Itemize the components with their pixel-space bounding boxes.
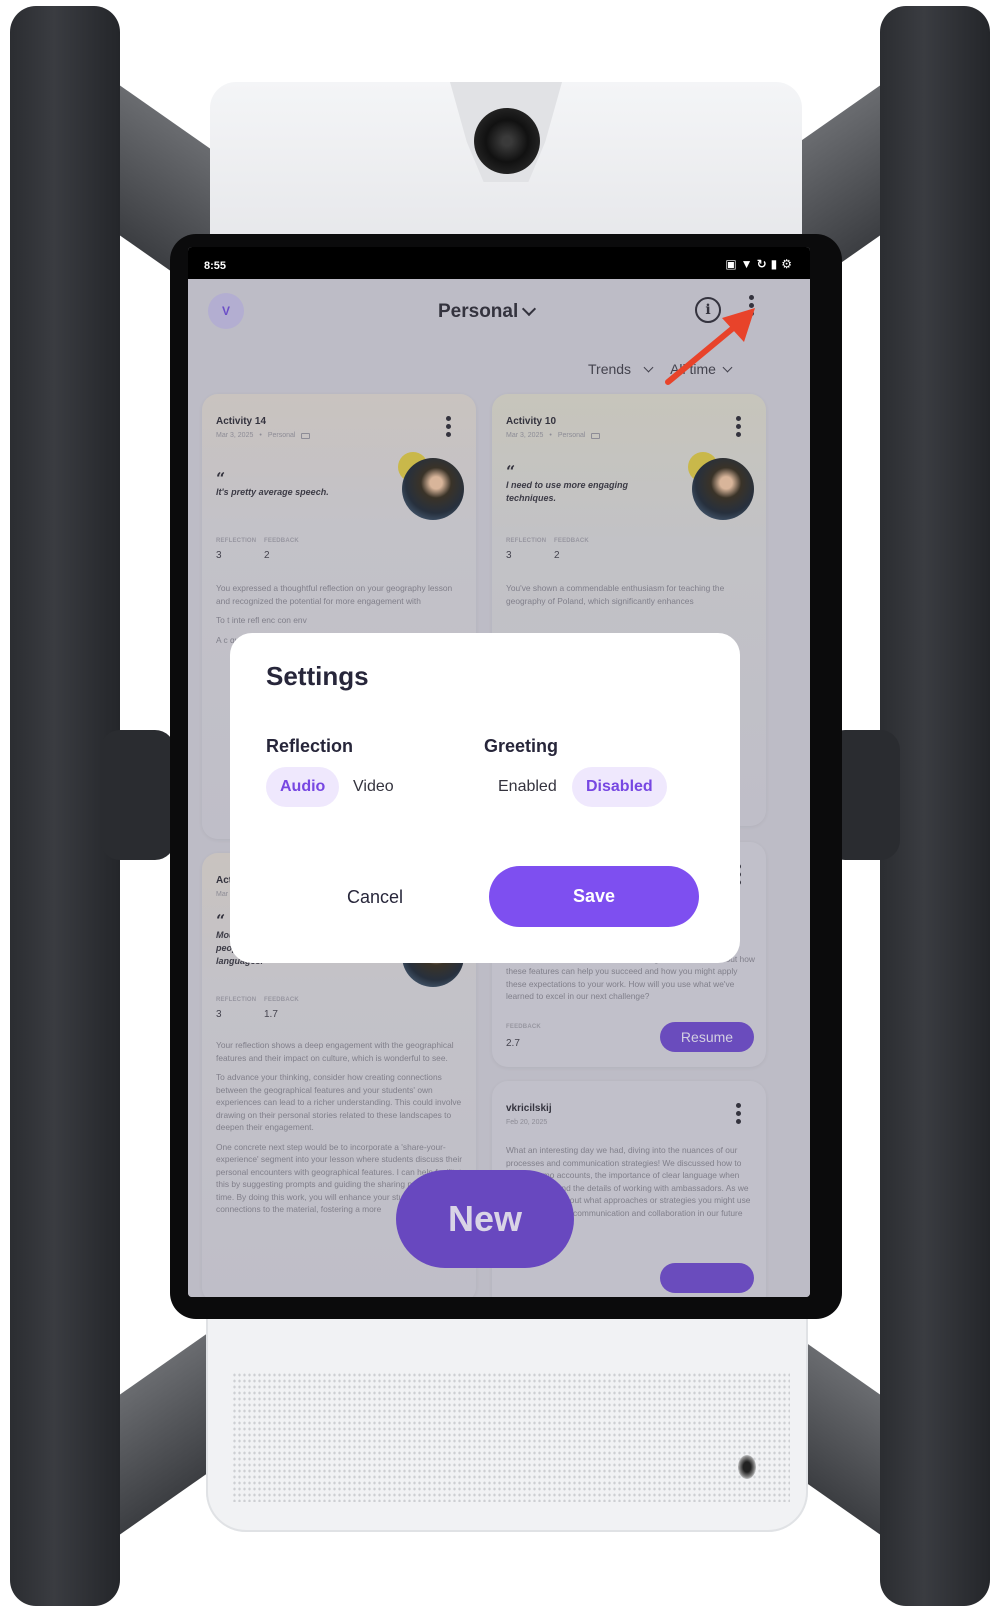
feedback-value: 2.7: [506, 1038, 520, 1049]
card-category: Personal: [267, 432, 296, 439]
view-filter[interactable]: Trends: [588, 361, 654, 377]
device-photo: 8:55 ▣ ▼ ↻ ▮ ⚙ V Personal i Trends All t…: [0, 0, 1000, 1613]
view-filter-label: Trends: [588, 361, 632, 377]
stand-hinge: [100, 730, 175, 860]
status-time: 8:55: [204, 260, 227, 272]
cancel-button[interactable]: Cancel: [310, 867, 440, 927]
workspace-selector[interactable]: Personal: [438, 301, 537, 323]
avatar[interactable]: V: [208, 293, 244, 329]
video-icon: [301, 432, 311, 439]
feedback-value: 2: [264, 550, 270, 561]
card-title: Activity 14: [216, 416, 267, 427]
settings-icon: ⚙: [781, 257, 792, 271]
reflection-value: 3: [506, 550, 512, 561]
card-category: Personal: [557, 432, 586, 439]
card-date: Mar: [216, 891, 229, 898]
card-menu-icon[interactable]: [446, 416, 451, 437]
feedback-label: FEEDBACK: [506, 1024, 541, 1030]
reflection-value: 3: [216, 1009, 222, 1020]
card-title: vkricilskij: [506, 1103, 552, 1114]
wifi-icon: ▼: [740, 257, 753, 271]
battery-saver-icon: ↻: [756, 257, 767, 271]
card-paragraph: To advance your thinking, consider how c…: [216, 1072, 462, 1132]
status-icons: ▣ ▼ ↻ ▮ ⚙: [725, 257, 792, 271]
card-menu-icon[interactable]: [736, 416, 741, 437]
card-meta: Mar: [216, 891, 228, 898]
card-quote: I need to use more engaging techniques.: [506, 480, 629, 503]
microphone-icon: [738, 1455, 756, 1479]
participant-thumbnail: [692, 458, 754, 520]
settings-dialog: Settings Reflection Audio Video Greeting…: [230, 633, 740, 963]
annotation-arrow-icon: [665, 308, 755, 385]
camera-lens-icon: [474, 108, 540, 174]
greeting-option-disabled[interactable]: Disabled: [572, 767, 667, 807]
dialog-title: Settings: [266, 661, 369, 691]
reflection-label: REFLECTION: [216, 997, 257, 1003]
annotation-arrow-shaft: [665, 321, 741, 385]
workspace-label: Personal: [438, 301, 519, 322]
card-meta: Feb 20, 2025: [506, 1119, 547, 1126]
video-icon: [591, 432, 601, 439]
card-paragraph: To t inte refl enc con env: [216, 615, 307, 625]
reflection-label: REFLECTION: [216, 538, 257, 544]
card-paragraph: You've shown a commendable enthusiasm fo…: [506, 583, 725, 606]
card-meta: Mar 3, 2025 • Personal: [506, 432, 601, 439]
feedback-value: 2: [554, 550, 560, 561]
card-paragraph: You expressed a thoughtful reflection on…: [216, 583, 453, 606]
battery-icon: ▮: [770, 257, 778, 271]
participant-thumbnail: [402, 458, 464, 520]
speaker-grill: [232, 1372, 790, 1502]
feedback-label: FEEDBACK: [264, 997, 299, 1003]
resume-button[interactable]: Resume: [660, 1022, 754, 1052]
card-body: You've shown a commendable enthusiasm fo…: [506, 582, 758, 614]
feedback-value: 1.7: [264, 1009, 278, 1020]
vibrate-icon: ▣: [725, 257, 737, 271]
feedback-label: FEEDBACK: [264, 538, 299, 544]
save-button[interactable]: Save: [489, 866, 699, 927]
card-menu-icon[interactable]: [736, 1103, 741, 1124]
chevron-down-icon: [643, 362, 654, 372]
greeting-group-label: Greeting: [484, 736, 559, 756]
quote-icon: “: [216, 911, 226, 930]
card-date: Mar 3, 2025: [216, 432, 254, 439]
card-title: Activity 10: [506, 416, 557, 427]
card-meta: Mar 3, 2025 • Personal: [216, 432, 311, 439]
app-content: V Personal i Trends All time Activity 14: [188, 279, 810, 1297]
card-quote: It's pretty average speech.: [216, 487, 329, 497]
resume-button[interactable]: [660, 1263, 754, 1293]
reflection-label: REFLECTION: [506, 538, 547, 544]
reflection-group-label: Reflection: [266, 736, 354, 756]
status-bar: 8:55 ▣ ▼ ↻ ▮ ⚙: [188, 247, 810, 279]
feedback-label: FEEDBACK: [554, 538, 589, 544]
new-button[interactable]: New: [396, 1170, 574, 1268]
reflection-option-video[interactable]: Video: [339, 767, 408, 807]
card-date: Mar 3, 2025: [506, 432, 544, 439]
reflection-option-audio[interactable]: Audio: [266, 767, 340, 807]
card-date: Feb 20, 2025: [506, 1119, 548, 1126]
card-paragraph: Your reflection shows a deep engagement …: [216, 1040, 454, 1063]
screen: 8:55 ▣ ▼ ↻ ▮ ⚙ V Personal i Trends All t…: [188, 247, 810, 1297]
reflection-value: 3: [216, 550, 222, 561]
greeting-option-enabled[interactable]: Enabled: [484, 767, 571, 807]
chevron-down-icon: [522, 301, 537, 317]
